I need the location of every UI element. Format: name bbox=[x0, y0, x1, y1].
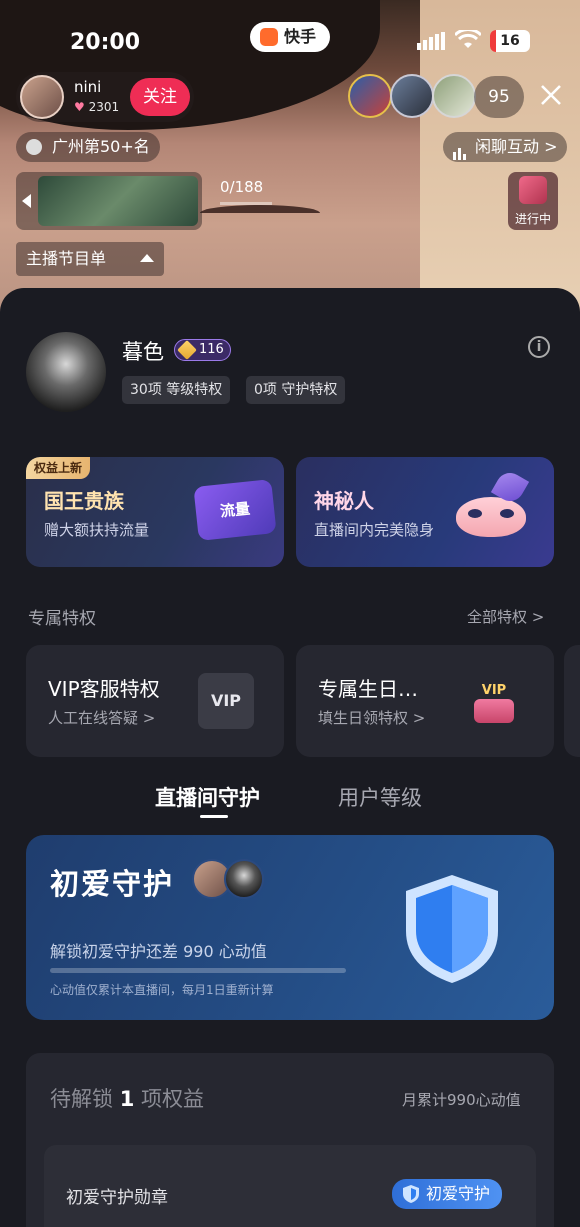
pending-rights-card: 待解锁 1 项权益 月累计990心动值 初爱守护勋章 初爱守护 bbox=[26, 1053, 554, 1227]
battery-indicator: 16 bbox=[490, 30, 530, 52]
level-badge: 116 bbox=[174, 339, 231, 361]
close-icon[interactable] bbox=[538, 82, 564, 112]
promo-title: 国王贵族 bbox=[44, 489, 124, 513]
rank-pill[interactable]: 广州第50+名 bbox=[16, 132, 160, 162]
traffic-boost-icon: 流量 bbox=[193, 479, 277, 541]
pending-item-label: 初爱守护勋章 bbox=[66, 1188, 168, 1208]
pending-prefix: 待解锁 bbox=[50, 1087, 113, 1111]
pending-item[interactable]: 初爱守护勋章 初爱守护 bbox=[44, 1145, 536, 1227]
promo-card-noble[interactable]: 权益上新 国王贵族 赠大额扶持流量 流量 bbox=[26, 457, 284, 567]
ongoing-badge[interactable]: 进行中 bbox=[508, 172, 558, 230]
vip-service-icon: VIP bbox=[198, 673, 254, 729]
guard-perks-tag[interactable]: 0项 守护特权 bbox=[246, 376, 346, 404]
tab-active-indicator bbox=[200, 815, 228, 818]
schedule-toggle[interactable]: 主播节目单 bbox=[16, 242, 164, 276]
app-badge-label: 快手 bbox=[284, 27, 317, 46]
mask-icon bbox=[456, 497, 526, 537]
info-icon[interactable]: i bbox=[528, 336, 550, 358]
promo-card-mystery[interactable]: 神秘人 直播间内完美隐身 bbox=[296, 457, 554, 567]
signal-icon bbox=[417, 32, 445, 54]
pending-suffix: 项权益 bbox=[141, 1087, 204, 1111]
exclusive-heading: 专属特权 bbox=[28, 609, 96, 629]
viewer-avatar-3[interactable] bbox=[432, 74, 476, 118]
heart-icon: ♥ bbox=[74, 100, 85, 114]
guard-unlock-text: 解锁初爱守护还差 990 心动值 bbox=[50, 942, 267, 961]
level-value: 116 bbox=[199, 342, 224, 357]
perk-subtitle: 填生日领特权 > bbox=[318, 709, 426, 727]
privilege-sheet: 暮色 116 30项 等级特权 0项 守护特权 i 权益上新 国王贵族 赠大额扶… bbox=[0, 288, 580, 1227]
streamer-name: nini bbox=[74, 78, 102, 96]
chat-mode-label: 闲聊互动 > bbox=[475, 137, 558, 156]
bars-icon bbox=[453, 140, 467, 170]
diamond-icon bbox=[177, 340, 197, 360]
pending-count: 1 bbox=[119, 1087, 135, 1111]
ongoing-avatar bbox=[519, 176, 547, 204]
pending-heading: 待解锁 1 项权益 bbox=[50, 1083, 204, 1113]
guard-medal-badge: 初爱守护 bbox=[392, 1179, 503, 1209]
event-banner[interactable] bbox=[16, 172, 202, 230]
promo-subtitle: 直播间内完美隐身 bbox=[314, 521, 435, 539]
perk-card-next[interactable] bbox=[564, 645, 580, 757]
tab-room-guard[interactable]: 直播间守护 bbox=[155, 782, 260, 812]
guard-card: 初爱守护 解锁初爱守护还差 990 心动值 心动值仅累计本直播间，每月1日重新计… bbox=[26, 835, 554, 1020]
viewer-avatar-1[interactable] bbox=[348, 74, 392, 118]
wifi-icon bbox=[453, 28, 483, 54]
viewer-count[interactable]: 95 bbox=[474, 76, 524, 118]
promo-title: 神秘人 bbox=[314, 489, 374, 513]
clock-icon bbox=[26, 139, 42, 155]
schedule-label: 主播节目单 bbox=[26, 249, 107, 268]
banner-art bbox=[38, 176, 198, 226]
streamer-likes: ♥ 2301 bbox=[74, 100, 120, 114]
perk-card-vip-service[interactable]: VIP客服特权 人工在线答疑 > VIP bbox=[26, 645, 284, 757]
viewer-avatar-2[interactable] bbox=[390, 74, 434, 118]
app-badge: 快手 bbox=[250, 22, 330, 52]
guard-medal-label: 初爱守护 bbox=[426, 1184, 491, 1203]
shield-icon bbox=[402, 873, 502, 989]
banner-prev-icon[interactable] bbox=[22, 194, 31, 208]
battery-level: 16 bbox=[500, 33, 520, 49]
promo-subtitle: 赠大额扶持流量 bbox=[44, 521, 150, 539]
perk-title: VIP客服特权 bbox=[48, 677, 160, 701]
guard-title: 初爱守护 bbox=[50, 867, 175, 901]
banner-side-info: 0/188 bbox=[212, 172, 274, 230]
all-perks-link[interactable]: 全部特权 > bbox=[467, 606, 544, 627]
rank-label: 广州第50+名 bbox=[52, 137, 150, 156]
promo-corner-tag: 权益上新 bbox=[26, 457, 91, 479]
kuaishou-logo-icon bbox=[260, 28, 278, 46]
perk-subtitle: 人工在线答疑 > bbox=[48, 709, 156, 727]
tab-user-level[interactable]: 用户等级 bbox=[338, 782, 422, 812]
birthday-cake-icon: VIP bbox=[474, 681, 514, 723]
follow-button[interactable]: 关注 bbox=[130, 78, 190, 116]
banner-progress: 0/188 bbox=[220, 178, 264, 196]
shield-small-icon bbox=[402, 1184, 420, 1214]
streamer-avatar[interactable] bbox=[20, 75, 64, 119]
ongoing-label: 进行中 bbox=[514, 212, 551, 226]
user-avatar[interactable] bbox=[26, 332, 106, 412]
perk-title: 专属生日… bbox=[318, 677, 418, 701]
guard-progress-track bbox=[50, 968, 346, 973]
level-perks-tag[interactable]: 30项 等级特权 bbox=[122, 376, 231, 404]
streamer-info[interactable]: nini ♥ 2301 关注 bbox=[16, 72, 194, 122]
guard-note: 心动值仅累计本直播间，每月1日重新计算 bbox=[50, 983, 274, 997]
chat-mode-pill[interactable]: 闲聊互动 > bbox=[443, 132, 567, 162]
user-name: 暮色 bbox=[122, 340, 164, 364]
status-time: 20:00 bbox=[70, 30, 141, 55]
chevron-up-icon bbox=[140, 254, 154, 262]
perk-card-birthday[interactable]: 专属生日… 填生日领特权 > VIP bbox=[296, 645, 554, 757]
guard-avatar-user bbox=[224, 859, 264, 899]
status-bar: 20:00 快手 16 bbox=[0, 18, 580, 68]
monthly-hearts: 月累计990心动值 bbox=[402, 1091, 521, 1109]
